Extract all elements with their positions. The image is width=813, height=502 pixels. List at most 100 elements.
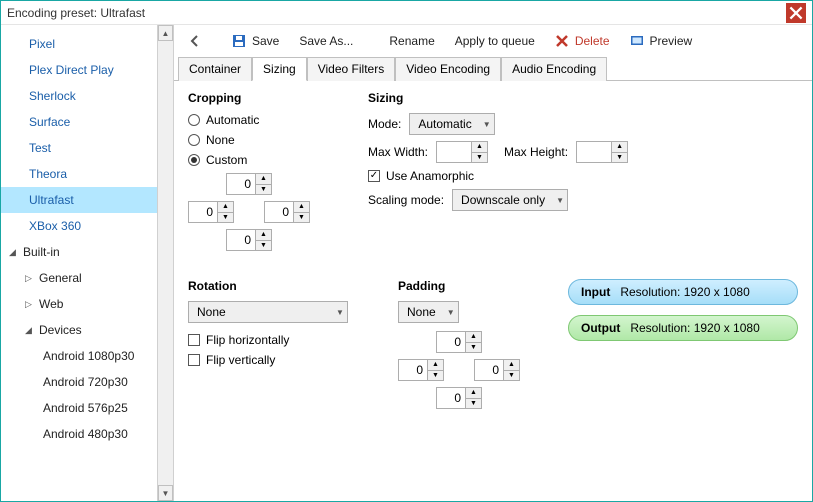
toolbar: Save Save As... Rename Apply to queue De… [174,25,812,57]
tab-video-encoding[interactable]: Video Encoding [395,57,501,81]
preset-ultrafast[interactable]: Ultrafast [1,187,157,213]
save-button[interactable]: Save [224,30,287,52]
device-android-576p25[interactable]: Android 576p25 [1,395,157,421]
spin-down-icon[interactable]: ▼ [472,153,487,163]
spin-down-icon[interactable]: ▼ [504,371,519,381]
maxwidth-label: Max Width: [368,145,428,159]
chevron-down-icon: ▼ [444,308,458,317]
save-icon [232,34,246,48]
delete-button[interactable]: Delete [547,30,618,52]
tab-sizing[interactable]: Sizing [252,57,307,81]
sidebar-scrollbar[interactable]: ▲ ▼ [157,25,173,501]
spin-down-icon[interactable]: ▼ [466,399,481,409]
preview-button[interactable]: Preview [622,30,701,52]
tab-video-filters[interactable]: Video Filters [307,57,395,81]
tab-audio-encoding[interactable]: Audio Encoding [501,57,607,81]
spin-up-icon[interactable]: ▲ [612,142,627,153]
rename-button[interactable]: Rename [381,30,442,52]
checkbox-icon [188,354,200,366]
back-button[interactable] [182,30,208,52]
tabs: Container Sizing Video Filters Video Enc… [174,57,812,81]
crop-right-input[interactable]: 0▲▼ [264,201,310,223]
spin-down-icon[interactable]: ▼ [612,153,627,163]
pad-left-input[interactable]: 0▲▼ [398,359,444,381]
spin-down-icon[interactable]: ▼ [256,185,271,195]
pad-right-input[interactable]: 0▲▼ [474,359,520,381]
radio-icon [188,134,200,146]
group-builtin[interactable]: ◢Built-in [1,239,157,265]
use-anamorphic-checkbox[interactable]: ✓Use Anamorphic [368,169,628,183]
save-as-button[interactable]: Save As... [291,30,361,52]
apply-to-queue-button[interactable]: Apply to queue [447,30,543,52]
input-resolution-text: Resolution: 1920 x 1080 [620,285,749,299]
caret-right-icon: ▷ [25,273,35,284]
spin-up-icon[interactable]: ▲ [466,388,481,399]
mode-select[interactable]: Automatic▼ [409,113,494,135]
maxwidth-input[interactable]: ▲▼ [436,141,488,163]
output-label: Output [581,321,620,335]
preview-icon [630,34,644,48]
output-resolution-text: Resolution: 1920 x 1080 [630,321,759,335]
preset-xbox360[interactable]: XBox 360 [1,213,157,239]
padding-select[interactable]: None▼ [398,301,459,323]
crop-left-input[interactable]: 0▲▼ [188,201,234,223]
sizing-panel: Cropping Automatic None Custom 0▲▼ 0▲▼ 0… [174,81,812,501]
scaling-mode-select[interactable]: Downscale only▼ [452,189,568,211]
titlebar: Encoding preset: Ultrafast [1,1,812,25]
spin-down-icon[interactable]: ▼ [428,371,443,381]
crop-bottom-input[interactable]: 0▲▼ [226,229,272,251]
spin-up-icon[interactable]: ▲ [218,202,233,213]
preset-tree: Pixel Plex Direct Play Sherlock Surface … [1,25,157,501]
preset-surface[interactable]: Surface [1,109,157,135]
device-android-1080p30[interactable]: Android 1080p30 [1,343,157,369]
scroll-track[interactable] [158,41,173,485]
chevron-down-icon: ▼ [333,308,347,317]
maxheight-input[interactable]: ▲▼ [576,141,628,163]
chevron-down-icon: ▼ [553,196,567,205]
preset-sherlock[interactable]: Sherlock [1,83,157,109]
output-resolution-pill: Output Resolution: 1920 x 1080 [568,315,798,341]
radio-icon [188,114,200,126]
input-label: Input [581,285,610,299]
cropping-automatic-radio[interactable]: Automatic [188,113,338,127]
preset-plex[interactable]: Plex Direct Play [1,57,157,83]
spin-up-icon[interactable]: ▲ [256,230,271,241]
spin-up-icon[interactable]: ▲ [294,202,309,213]
spin-down-icon[interactable]: ▼ [294,213,309,223]
spin-down-icon[interactable]: ▼ [466,343,481,353]
spin-up-icon[interactable]: ▲ [256,174,271,185]
preset-pixel[interactable]: Pixel [1,31,157,57]
cropping-custom-radio[interactable]: Custom [188,153,338,167]
back-icon [188,34,202,48]
flip-vertical-checkbox[interactable]: Flip vertically [188,353,368,367]
spin-up-icon[interactable]: ▲ [472,142,487,153]
group-web[interactable]: ▷Web [1,291,157,317]
main-panel: Save Save As... Rename Apply to queue De… [174,25,812,501]
flip-horizontal-checkbox[interactable]: Flip horizontally [188,333,368,347]
rotation-heading: Rotation [188,279,368,293]
scroll-down-button[interactable]: ▼ [158,485,173,501]
spin-up-icon[interactable]: ▲ [504,360,519,371]
scroll-up-button[interactable]: ▲ [158,25,173,41]
tab-container[interactable]: Container [178,57,252,81]
spin-down-icon[interactable]: ▼ [256,241,271,251]
spin-up-icon[interactable]: ▲ [466,332,481,343]
preset-theora[interactable]: Theora [1,161,157,187]
group-general[interactable]: ▷General [1,265,157,291]
device-android-720p30[interactable]: Android 720p30 [1,369,157,395]
delete-icon [555,34,569,48]
rotation-select[interactable]: None▼ [188,301,348,323]
device-android-480p30[interactable]: Android 480p30 [1,421,157,447]
cropping-none-radio[interactable]: None [188,133,338,147]
close-button[interactable] [786,3,806,23]
preset-test[interactable]: Test [1,135,157,161]
pad-bottom-input[interactable]: 0▲▼ [436,387,482,409]
maxheight-label: Max Height: [504,145,568,159]
checkbox-icon [188,334,200,346]
padding-heading: Padding [398,279,538,293]
spin-down-icon[interactable]: ▼ [218,213,233,223]
spin-up-icon[interactable]: ▲ [428,360,443,371]
crop-top-input[interactable]: 0▲▼ [226,173,272,195]
group-devices[interactable]: ◢Devices [1,317,157,343]
pad-top-input[interactable]: 0▲▼ [436,331,482,353]
